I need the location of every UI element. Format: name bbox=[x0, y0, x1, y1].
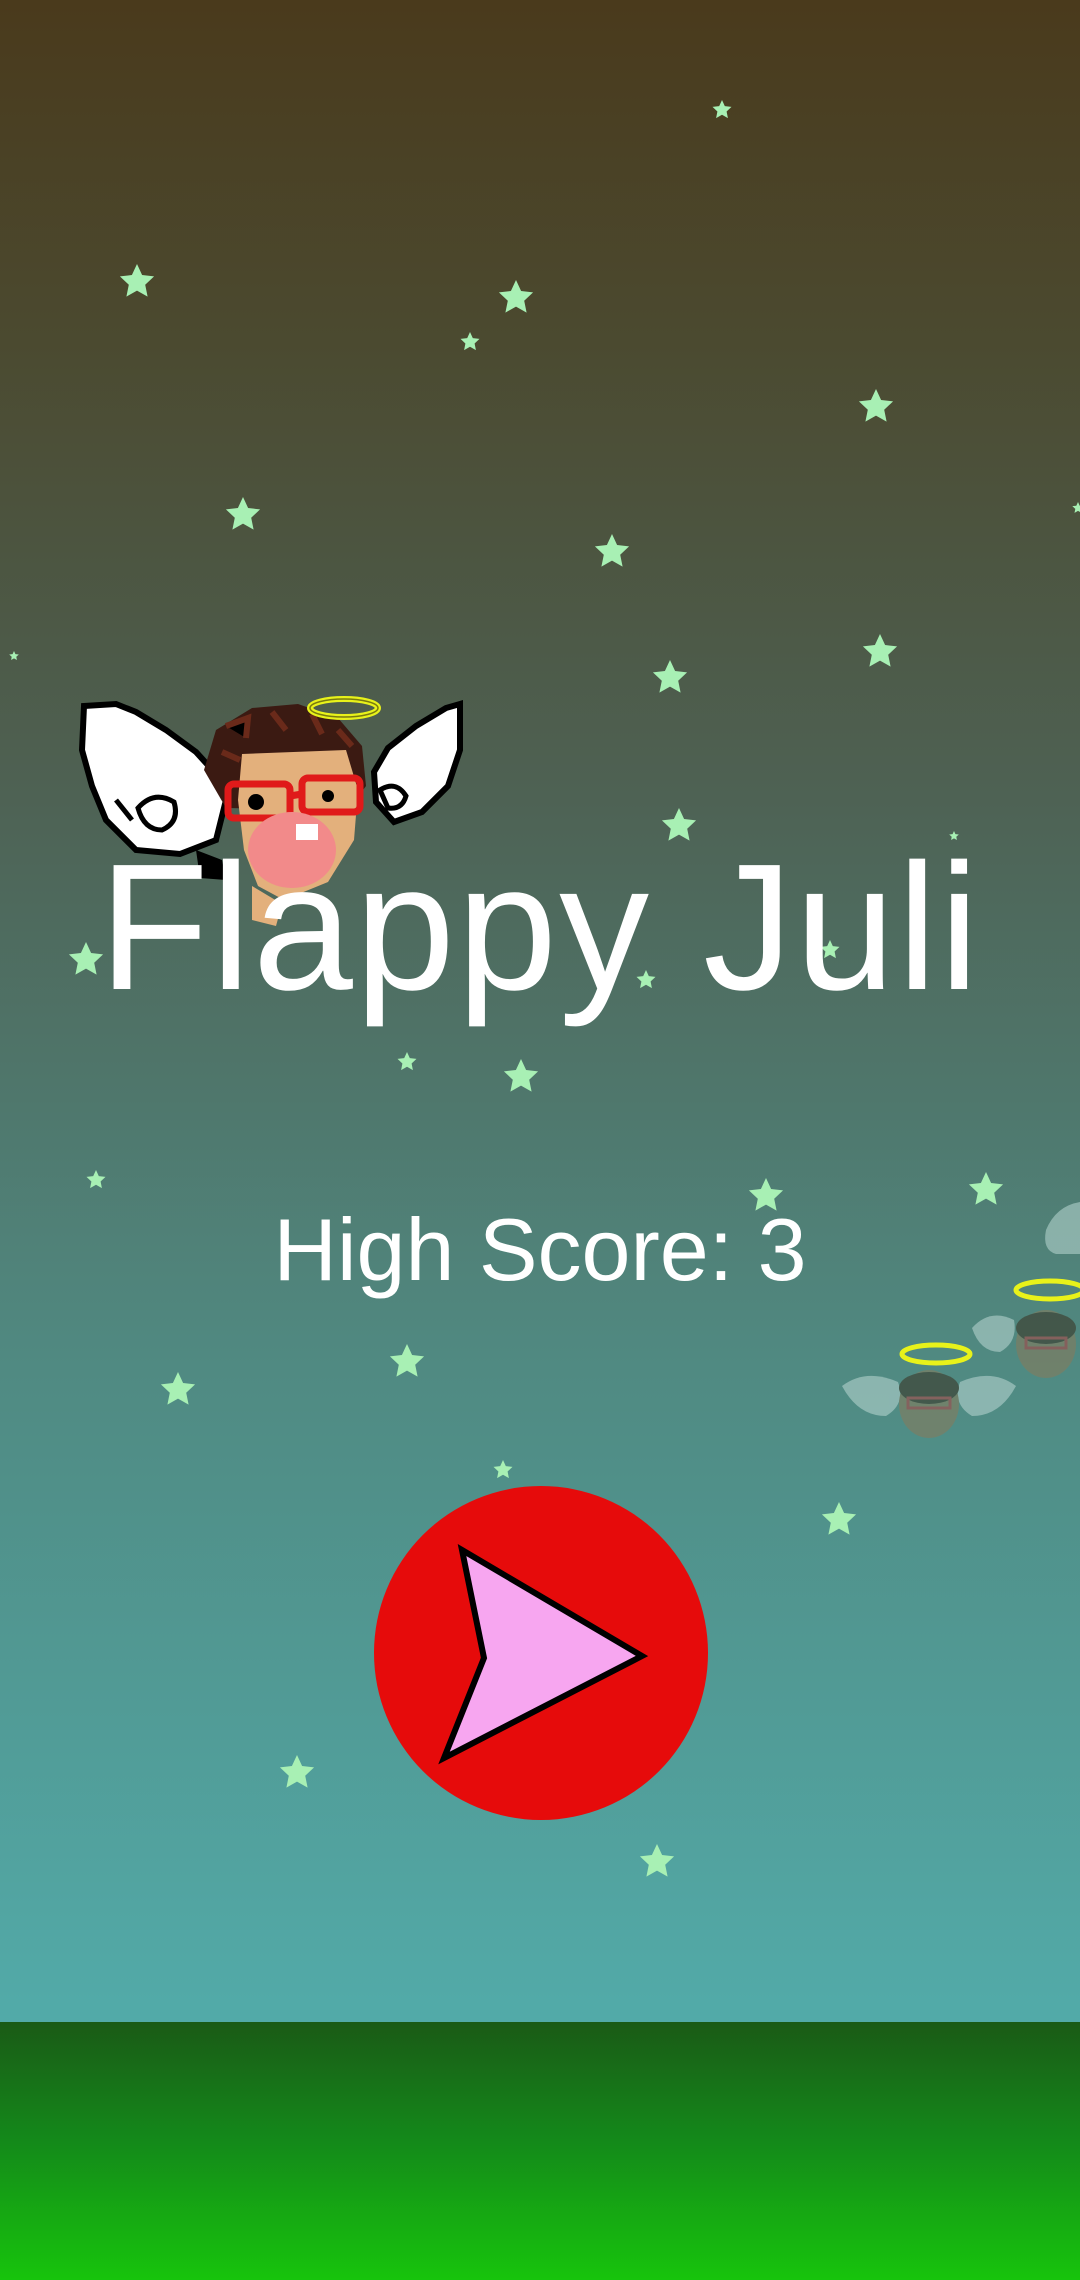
star-icon bbox=[862, 634, 898, 667]
star-field bbox=[9, 100, 1080, 1877]
star-icon bbox=[821, 1502, 857, 1535]
game-background: Flappy Juli High Score: 3 bbox=[0, 0, 1080, 2280]
star-icon bbox=[1072, 502, 1080, 513]
star-icon bbox=[160, 1372, 196, 1405]
star-icon bbox=[119, 264, 155, 297]
star-icon bbox=[652, 660, 688, 693]
star-icon bbox=[86, 1170, 106, 1189]
star-icon bbox=[279, 1755, 315, 1788]
star-icon bbox=[225, 497, 261, 530]
star-icon bbox=[639, 1844, 675, 1877]
star-icon bbox=[397, 1052, 417, 1071]
play-button[interactable] bbox=[374, 1486, 708, 1820]
star-icon bbox=[460, 332, 480, 351]
star-icon bbox=[712, 100, 732, 119]
star-icon bbox=[503, 1059, 539, 1092]
star-icon bbox=[858, 389, 894, 422]
star-icon bbox=[498, 280, 534, 313]
star-icon bbox=[594, 534, 630, 567]
game-title: Flappy Juli bbox=[98, 827, 982, 1028]
star-icon bbox=[9, 651, 19, 660]
high-score-label: High Score: 3 bbox=[273, 1200, 807, 1299]
ground bbox=[0, 2022, 1080, 2280]
star-icon bbox=[493, 1460, 513, 1479]
star-icon bbox=[389, 1344, 425, 1377]
